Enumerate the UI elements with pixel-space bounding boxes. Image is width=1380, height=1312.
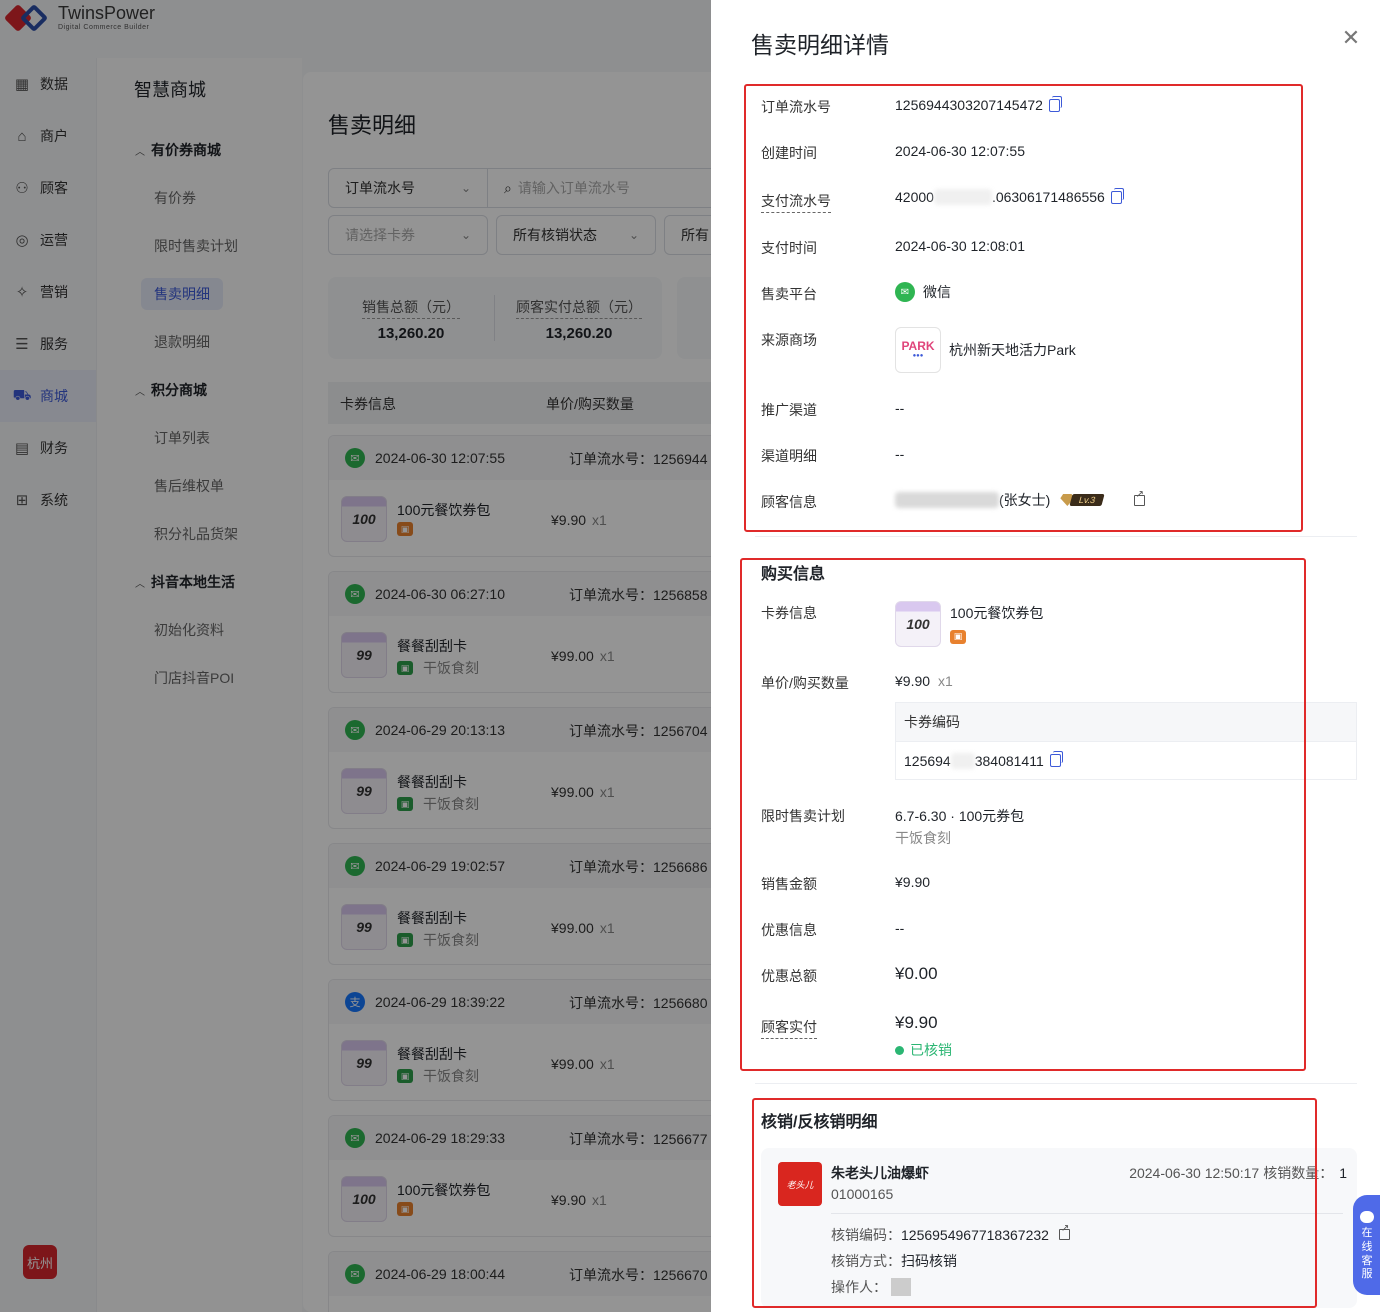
- created-value: 2024-06-30 12:07:55: [895, 143, 1025, 159]
- external-link-icon[interactable]: [1133, 489, 1145, 506]
- verify-section-title: 核销/反核销明细: [761, 1114, 878, 1131]
- store-name: 朱老头儿油爆虾: [831, 1165, 929, 1181]
- discount-total-label: 优惠总额: [761, 968, 817, 984]
- divider: [755, 536, 1357, 537]
- price-qty-label: 单价/购买数量: [761, 675, 849, 691]
- customer-phone-masked: [895, 492, 999, 508]
- copy-icon[interactable]: [1110, 187, 1124, 204]
- copy-icon[interactable]: [1049, 751, 1063, 767]
- modal-overlay[interactable]: [0, 0, 711, 1312]
- close-icon[interactable]: ✕: [1339, 26, 1363, 50]
- verify-code-row: 核销编码：1256954967718367232: [831, 1223, 1070, 1245]
- online-support-button[interactable]: 在 线 客 服: [1353, 1195, 1380, 1295]
- card-info-label: 卡券信息: [761, 605, 817, 621]
- plan-shop: 干饭食刻: [895, 830, 951, 846]
- paid-label: 顾客实付: [761, 1017, 817, 1039]
- pay-no-label: 支付流水号: [761, 191, 831, 213]
- operator-masked: [891, 1278, 911, 1296]
- external-link-icon[interactable]: [1058, 1223, 1070, 1240]
- discount-label: 优惠信息: [761, 922, 817, 938]
- order-no-value: 1256944303207145472: [895, 95, 1062, 113]
- divider: [831, 1213, 1343, 1214]
- purchase-section-title: 购买信息: [761, 566, 826, 583]
- price-qty-value: ¥9.90 x1: [895, 673, 953, 689]
- verify-operator-row: 操作人：: [831, 1277, 911, 1297]
- mall-value: PARK ●●● 杭州新天地活力Park: [895, 327, 1076, 373]
- created-label: 创建时间: [761, 145, 817, 161]
- mall-logo-icon: PARK ●●●: [895, 327, 941, 373]
- verify-record-card: 老头儿 朱老头儿油爆虾 01000165 2024-06-30 12:50:17…: [761, 1148, 1357, 1308]
- detail-drawer: 售卖明细详情 ✕ 订单流水号 1256944303207145472 创建时间 …: [711, 0, 1380, 1312]
- customer-label: 顾客信息: [761, 494, 817, 510]
- discount-value: --: [895, 920, 905, 936]
- verify-method-row: 核销方式：扫码核销: [831, 1253, 957, 1269]
- paid-value: ¥9.90: [895, 1013, 938, 1032]
- channel-label: 推广渠道: [761, 402, 817, 418]
- store-logo-icon: 老头儿: [778, 1162, 822, 1206]
- channel-detail-label: 渠道明细: [761, 448, 817, 464]
- customer-value: (张女士) Lv.3: [895, 489, 1145, 510]
- pay-no-value: 42000.06306171486556: [895, 187, 1124, 205]
- sales-value: ¥9.90: [895, 874, 931, 890]
- status-dot-icon: [895, 1045, 904, 1055]
- order-no-label: 订单流水号: [761, 99, 831, 115]
- pay-time-value: 2024-06-30 12:08:01: [895, 238, 1025, 254]
- chat-bubble-icon: [1360, 1211, 1374, 1223]
- copy-icon[interactable]: [1048, 95, 1062, 112]
- discount-total-value: ¥0.00: [895, 964, 938, 983]
- card-code-header: 卡券编码: [896, 703, 1356, 741]
- level-badge: Lv.3: [1060, 493, 1106, 507]
- plan-value: 6.7-6.30 · 100元券包: [895, 808, 1025, 824]
- wechat-icon: ✉: [895, 282, 915, 302]
- card-thumb: 100: [895, 601, 941, 647]
- verify-time-count: 2024-06-30 12:50:17 核销数量： 1: [1129, 1165, 1347, 1181]
- coupon-tag-icon: ▣: [950, 626, 976, 644]
- channel-value: --: [895, 400, 905, 416]
- verify-status: 已核销: [895, 1040, 952, 1060]
- card-code-table: 卡券编码 125694 384081411: [895, 702, 1357, 780]
- mall-label: 来源商场: [761, 332, 817, 348]
- card-code-row: 125694 384081411: [896, 741, 1356, 779]
- card-name: 100元餐饮券包: [950, 605, 1044, 621]
- platform-label: 售卖平台: [761, 286, 817, 302]
- sales-label: 销售金额: [761, 876, 817, 892]
- platform-value: ✉ 微信: [895, 282, 951, 302]
- store-code: 01000165: [831, 1186, 894, 1202]
- pay-time-label: 支付时间: [761, 240, 817, 256]
- plan-label: 限时售卖计划: [761, 808, 845, 824]
- drawer-title: 售卖明细详情: [751, 32, 889, 58]
- divider: [755, 1083, 1357, 1084]
- channel-detail-value: --: [895, 446, 905, 462]
